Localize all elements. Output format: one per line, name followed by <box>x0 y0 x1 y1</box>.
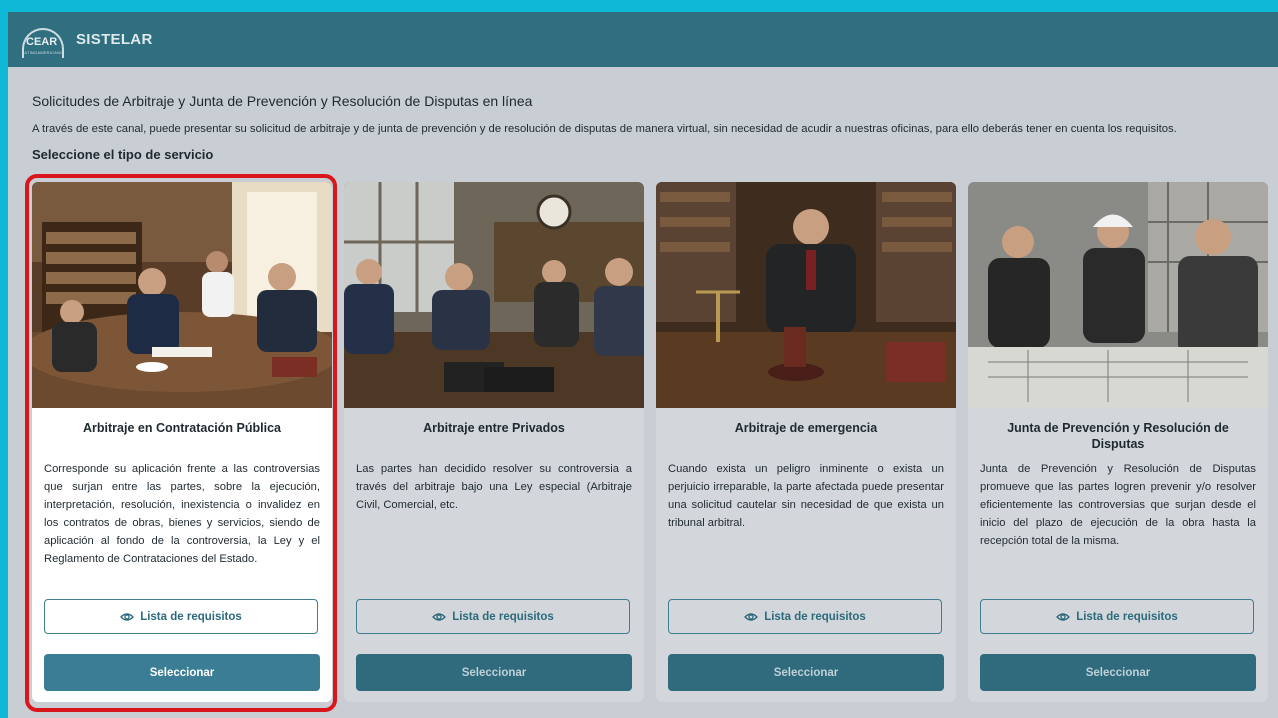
card-image-construction-team <box>968 182 1268 408</box>
top-bar: CEAR LATINOAMERICANO SISTELAR <box>8 12 1278 67</box>
eye-icon <box>120 612 135 621</box>
service-card-junta-prevencion[interactable]: Junta de Prevención y Resolución de Disp… <box>968 182 1268 702</box>
card-description: Las partes han decidido resolver su cont… <box>356 463 632 511</box>
app-title: SISTELAR <box>76 31 153 48</box>
card-description: Corresponde su aplicación frente a las c… <box>44 463 320 565</box>
service-type-label: Seleccione el tipo de servicio <box>32 147 214 162</box>
eye-icon <box>1056 612 1071 621</box>
card-description: Cuando exista un peligro inminente o exi… <box>668 463 944 529</box>
card-image-conference-room <box>344 182 644 408</box>
select-button[interactable]: Seleccionar <box>44 654 320 691</box>
logo-text: CEAR <box>26 35 58 48</box>
card-description: Junta de Prevención y Resolución de Disp… <box>980 463 1256 547</box>
requirements-button[interactable]: Lista de requisitos <box>980 599 1254 634</box>
eye-icon <box>432 612 447 621</box>
eye-icon <box>744 612 759 621</box>
card-title: Arbitraje en Contratación Pública <box>83 421 281 435</box>
service-cards: Arbitraje en Contratación Pública Corres… <box>32 182 1272 712</box>
logo-subtext: LATINOAMERICANO <box>22 49 64 55</box>
card-title: Arbitraje entre Privados <box>423 421 565 435</box>
service-card-privados[interactable]: Arbitraje entre Privados Las partes han … <box>344 182 644 702</box>
requirements-button[interactable]: Lista de requisitos <box>668 599 942 634</box>
card-title: Junta de Prevención y Resolución de Disp… <box>1007 421 1229 451</box>
card-image-judge-gavel <box>656 182 956 408</box>
card-title: Arbitraje de emergencia <box>734 421 878 435</box>
requirements-button[interactable]: Lista de requisitos <box>356 599 630 634</box>
service-card-emergencia[interactable]: Arbitraje de emergencia Cuando exista un… <box>656 182 956 702</box>
select-button[interactable]: Seleccionar <box>668 654 944 691</box>
cear-logo[interactable]: CEAR LATINOAMERICANO <box>20 24 64 58</box>
page-title: Solicitudes de Arbitraje y Junta de Prev… <box>32 93 533 109</box>
card-image-office-meeting <box>32 182 332 408</box>
main-content: Solicitudes de Arbitraje y Junta de Prev… <box>8 67 1278 162</box>
select-button[interactable]: Seleccionar <box>980 654 1256 691</box>
requirements-button[interactable]: Lista de requisitos <box>44 599 318 634</box>
requirements-label: Lista de requisitos <box>1076 610 1178 623</box>
requirements-label: Lista de requisitos <box>140 610 242 623</box>
page-description: A través de este canal, puede presentar … <box>32 123 1177 135</box>
requirements-label: Lista de requisitos <box>452 610 554 623</box>
select-button[interactable]: Seleccionar <box>356 654 632 691</box>
app-window: CEAR LATINOAMERICANO SISTELAR Solicitude… <box>8 12 1278 718</box>
service-card-contratacion-publica[interactable]: Arbitraje en Contratación Pública Corres… <box>32 182 332 702</box>
requirements-label: Lista de requisitos <box>764 610 866 623</box>
